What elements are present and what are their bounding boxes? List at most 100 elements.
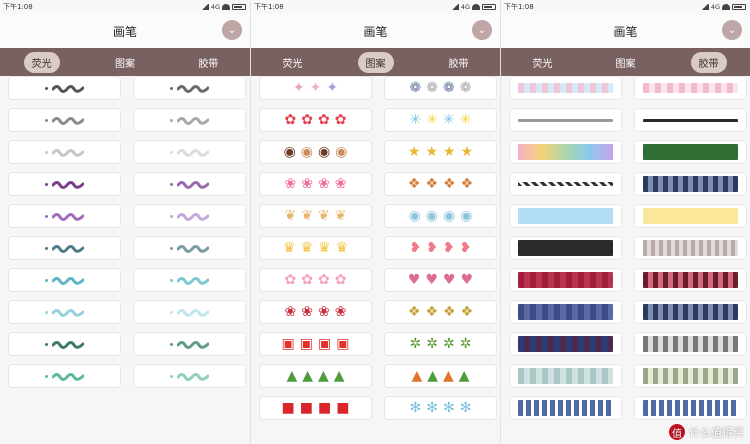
pattern-preview: ▲ ▲ ▲ ▲ — [286, 369, 344, 383]
tab-pattern[interactable]: 图案 — [357, 51, 394, 73]
tape-swatch[interactable] — [509, 268, 622, 292]
pattern-swatch[interactable]: ❀ ❀ ❀ ❀ — [259, 300, 372, 324]
tape-swatch[interactable] — [509, 76, 622, 100]
pattern-swatch[interactable]: ❖ ❖ ❖ ❖ — [384, 300, 497, 324]
brush-swatch[interactable] — [133, 108, 246, 132]
tape-swatch[interactable] — [509, 364, 622, 388]
brush-swatch[interactable] — [8, 300, 121, 324]
pattern-icon: ▣ — [318, 336, 332, 352]
tab-fluorescent[interactable]: 荧光 — [23, 51, 60, 73]
pattern-swatch[interactable]: ♛ ♛ ♛ ♛ — [259, 236, 372, 260]
pattern-swatch[interactable]: ✦ ✦ ✦ — [259, 76, 372, 100]
pattern-icon: ▲ — [427, 368, 438, 384]
pattern-swatch[interactable]: ✿ ✿ ✿ ✿ — [259, 108, 372, 132]
brush-stroke — [52, 213, 84, 221]
pattern-swatch[interactable]: ❖ ❖ ❖ ❖ — [384, 172, 497, 196]
brush-swatch[interactable] — [133, 364, 246, 388]
pattern-swatch[interactable]: ❁ ❁ ❁ ❁ — [384, 76, 497, 100]
brush-swatch[interactable] — [8, 268, 121, 292]
pattern-icon: ◉ — [460, 208, 473, 224]
brush-swatch[interactable] — [133, 236, 246, 260]
pattern-swatch[interactable]: ❥ ❥ ❥ ❥ — [384, 236, 497, 260]
tape-swatch[interactable] — [509, 236, 622, 260]
chevron-down-icon[interactable]: ⌄ — [222, 20, 242, 40]
brush-swatch[interactable] — [133, 140, 246, 164]
brush-swatch[interactable] — [8, 172, 121, 196]
brush-swatch[interactable] — [133, 76, 246, 100]
brush-swatch[interactable] — [133, 268, 246, 292]
tab-tape[interactable]: 胶带 — [441, 52, 477, 73]
pattern-swatch[interactable]: ❦ ❦ ❦ ❦ — [259, 204, 372, 228]
tape-swatch[interactable] — [509, 396, 622, 420]
pattern-icon: ❦ — [334, 208, 347, 224]
pattern-icon: ✿ — [318, 272, 330, 288]
pattern-icon: ❦ — [318, 208, 330, 224]
tape-swatch[interactable] — [634, 396, 747, 420]
brush-dot — [170, 278, 173, 282]
pattern-swatch[interactable]: ✻ ✻ ✻ ✻ — [384, 396, 497, 420]
pattern-swatch[interactable]: ❀ ❀ ❀ ❀ — [259, 172, 372, 196]
tab-pattern[interactable]: 图案 — [107, 52, 143, 73]
tape-swatch[interactable] — [509, 172, 622, 196]
network-label: 4G — [210, 3, 220, 11]
tape-swatch[interactable] — [509, 204, 622, 228]
tape-swatch[interactable] — [509, 140, 622, 164]
tape-swatch[interactable] — [634, 76, 747, 100]
tape-swatch[interactable] — [634, 204, 747, 228]
tab-fluorescent[interactable]: 荧光 — [275, 52, 311, 73]
tape-preview — [518, 118, 613, 122]
pattern-swatch[interactable]: ✲ ✲ ✲ ✲ — [384, 332, 497, 356]
tape-preview — [518, 272, 613, 288]
pattern-swatch[interactable]: ★ ★ ★ ★ — [384, 140, 497, 164]
pattern-icon: ✿ — [318, 112, 330, 128]
pattern-preview: ◉ ◉ ◉ ◉ — [409, 209, 473, 223]
brush-swatch[interactable] — [133, 204, 246, 228]
brush-swatch[interactable] — [8, 364, 121, 388]
brush-swatch[interactable] — [133, 172, 246, 196]
tape-swatch[interactable] — [634, 108, 747, 132]
brush-swatch[interactable] — [133, 332, 246, 356]
pattern-swatch[interactable]: ◉ ◉ ◉ ◉ — [259, 140, 372, 164]
pattern-swatch[interactable]: ▲ ▲ ▲ ▲ — [259, 364, 372, 388]
tape-swatch[interactable] — [634, 140, 747, 164]
pattern-swatch[interactable]: ✳ ✳ ✳ ✳ — [384, 108, 497, 132]
pattern-preview: ❀ ❀ ❀ ❀ — [285, 177, 347, 191]
brush-swatch[interactable] — [8, 108, 121, 132]
tape-swatch[interactable] — [634, 364, 747, 388]
pattern-swatch[interactable]: ▣ ▣ ▣ ▣ — [259, 332, 372, 356]
pattern-icon: ❀ — [301, 176, 313, 192]
pattern-swatch[interactable]: ■ ■ ■ ■ — [259, 396, 372, 420]
tape-swatch[interactable] — [634, 268, 747, 292]
brush-stroke — [177, 309, 209, 317]
tape-swatch[interactable] — [634, 236, 747, 260]
tab-tape[interactable]: 胶带 — [190, 52, 226, 73]
chevron-down-icon[interactable]: ⌄ — [472, 20, 492, 40]
chevron-down-icon[interactable]: ⌄ — [722, 20, 742, 40]
pattern-swatch[interactable]: ◉ ◉ ◉ ◉ — [384, 204, 497, 228]
wifi-icon — [222, 4, 230, 10]
tape-swatch[interactable] — [634, 332, 747, 356]
tab-fluorescent[interactable]: 荧光 — [525, 52, 561, 73]
tape-preview — [518, 304, 613, 320]
tape-swatch[interactable] — [634, 300, 747, 324]
brush-swatch[interactable] — [8, 332, 121, 356]
brush-swatch[interactable] — [8, 204, 121, 228]
pattern-preview: ✿ ✿ ✿ ✿ — [285, 113, 347, 127]
brush-swatch[interactable] — [8, 76, 121, 100]
tape-swatch[interactable] — [509, 332, 622, 356]
pattern-swatch[interactable]: ♥ ♥ ♥ ♥ — [384, 268, 497, 292]
pattern-icon: ▲ — [302, 368, 313, 384]
brush-dot — [45, 342, 48, 346]
brush-swatch[interactable] — [8, 140, 121, 164]
brush-swatch[interactable] — [133, 300, 246, 324]
tape-swatch[interactable] — [634, 172, 747, 196]
tab-pattern[interactable]: 图案 — [608, 52, 644, 73]
watermark-text: 什么值得买 — [689, 426, 744, 439]
pattern-icon: ♛ — [335, 240, 349, 256]
pattern-swatch[interactable]: ✿ ✿ ✿ ✿ — [259, 268, 372, 292]
pattern-swatch[interactable]: ▲ ▲ ▲ ▲ — [384, 364, 497, 388]
tape-swatch[interactable] — [509, 300, 622, 324]
tab-tape[interactable]: 胶带 — [690, 51, 727, 73]
tape-swatch[interactable] — [509, 108, 622, 132]
brush-swatch[interactable] — [8, 236, 121, 260]
